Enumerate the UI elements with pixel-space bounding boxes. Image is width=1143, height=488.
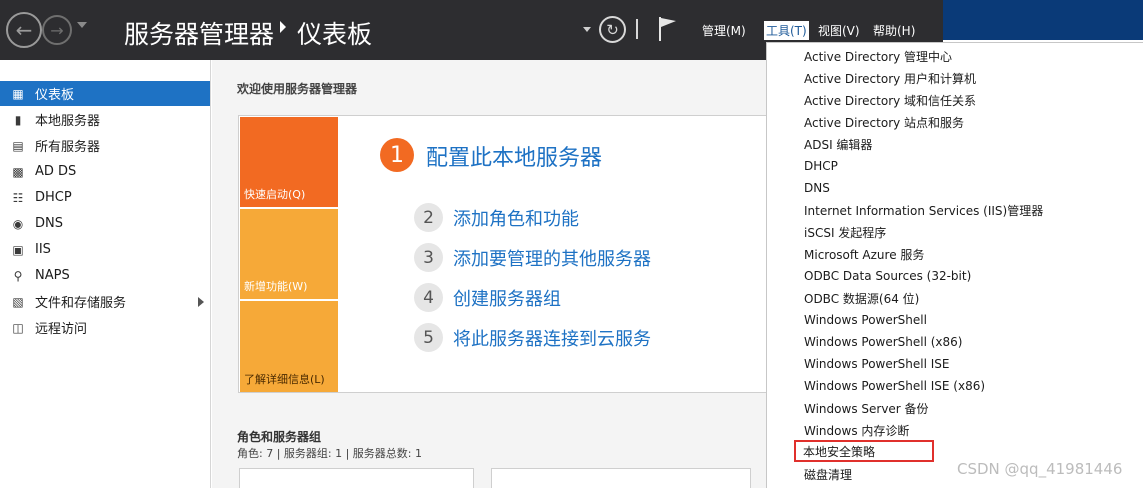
sidebar-item-ad-ds[interactable]: ▩ AD DS [0, 159, 210, 184]
storage-icon: ▧ [12, 294, 24, 309]
sidebar-item-label: 文件和存储服务 [35, 296, 127, 311]
page-title: 仪表板 [297, 20, 373, 49]
sidebar-item-label: IIS [35, 242, 51, 257]
menu-item-memory-diagnostic[interactable]: Windows 内存诊断 [767, 419, 1137, 441]
remote-icon: ◫ [12, 320, 24, 335]
watermark: CSDN @qq_41981446 [957, 460, 1123, 478]
step-link-connect-cloud[interactable]: 将此服务器连接到云服务 [453, 325, 651, 351]
step-link-create-group[interactable]: 创建服务器组 [453, 285, 561, 311]
sidebar-item-label: NAPS [35, 268, 70, 283]
roles-summary: 角色: 7 | 服务器组: 1 | 服务器总数: 1 [237, 447, 423, 460]
step-link-add-roles[interactable]: 添加角色和功能 [453, 205, 579, 231]
sidebar-item-dashboard[interactable]: ▦ 仪表板 [0, 81, 210, 106]
sidebar-item-dhcp[interactable]: ☷ DHCP [0, 185, 210, 210]
menu-item-iis-manager[interactable]: Internet Information Services (IIS)管理器 [767, 199, 1137, 221]
menu-view[interactable]: 视图(V) [818, 22, 860, 39]
menu-item-powershell[interactable]: Windows PowerShell [767, 309, 1137, 331]
arrow-right-icon: → [50, 20, 64, 40]
role-tile[interactable] [239, 468, 474, 488]
step-number-5: 5 [414, 323, 443, 352]
step-number-3: 3 [414, 243, 443, 272]
sidebar: ▦ 仪表板 ▮ 本地服务器 ▤ 所有服务器 ▩ AD DS ☷ DHCP ◉ D… [0, 60, 211, 488]
sidebar-item-label: 所有服务器 [35, 140, 101, 155]
menu-item-ad-domains-trusts[interactable]: Active Directory 域和信任关系 [767, 89, 1137, 111]
sidebar-item-label: AD DS [35, 164, 77, 179]
step-number-4: 4 [414, 283, 443, 312]
breadcrumb-separator-icon [280, 21, 286, 33]
desktop-background [943, 0, 1143, 40]
main-content: 欢迎使用服务器管理器 快速启动(Q) 新增功能(W) 了解详细信息(L) 1 配… [212, 60, 768, 488]
servers-icon: ▤ [12, 138, 24, 153]
key-icon: ⚲ [13, 268, 23, 283]
sidebar-item-naps[interactable]: ⚲ NAPS [0, 263, 210, 288]
tile-learn-more[interactable]: 了解详细信息(L) [240, 301, 338, 392]
directory-icon: ▩ [12, 164, 24, 179]
step-link-configure-local-server[interactable]: 配置此本地服务器 [426, 140, 602, 172]
sidebar-item-file-storage[interactable]: ▧ 文件和存储服务 [0, 289, 210, 314]
server-icon: ▮ [14, 112, 22, 127]
step-link-add-servers[interactable]: 添加要管理的其他服务器 [453, 245, 651, 271]
sidebar-item-remote-access[interactable]: ◫ 远程访问 [0, 315, 210, 340]
back-button[interactable]: ← [6, 12, 42, 48]
toolbar-divider [636, 19, 638, 39]
menu-item-server-backup[interactable]: Windows Server 备份 [767, 397, 1137, 419]
iis-icon: ▣ [12, 242, 24, 257]
sidebar-item-label: DHCP [35, 190, 72, 205]
sidebar-item-label: 仪表板 [35, 88, 75, 103]
menu-item-odbc-32[interactable]: ODBC Data Sources (32-bit) [767, 265, 1137, 287]
menu-item-powershell-x86[interactable]: Windows PowerShell (x86) [767, 331, 1137, 353]
welcome-card: 快速启动(Q) 新增功能(W) 了解详细信息(L) 1 配置此本地服务器 2 添… [238, 115, 768, 393]
history-dropdown-icon[interactable] [77, 22, 87, 28]
sidebar-item-label: DNS [35, 216, 63, 231]
dns-icon: ◉ [12, 216, 24, 231]
sidebar-item-label: 远程访问 [35, 322, 88, 337]
tools-dropdown-menu: Active Directory 管理中心 Active Directory 用… [766, 42, 1143, 488]
dashboard-icon: ▦ [12, 86, 24, 101]
arrow-left-icon: ← [15, 18, 33, 42]
network-icon: ☷ [12, 190, 24, 205]
sidebar-item-all-servers[interactable]: ▤ 所有服务器 [0, 133, 210, 158]
menu-item-dhcp[interactable]: DHCP [767, 155, 1137, 177]
step-number-2: 2 [414, 203, 443, 232]
menu-item-azure-services[interactable]: Microsoft Azure 服务 [767, 243, 1137, 265]
menu-help[interactable]: 帮助(H) [873, 22, 915, 39]
menu-item-dns[interactable]: DNS [767, 177, 1137, 199]
sidebar-item-local-server[interactable]: ▮ 本地服务器 [0, 107, 210, 132]
welcome-heading: 欢迎使用服务器管理器 [237, 82, 358, 96]
menu-tools[interactable]: 工具(T) [764, 21, 809, 40]
menu-item-ad-admin-center[interactable]: Active Directory 管理中心 [767, 45, 1137, 67]
menu-item-adsi-edit[interactable]: ADSI 编辑器 [767, 133, 1137, 155]
roles-heading: 角色和服务器组 [237, 430, 322, 444]
sidebar-item-iis[interactable]: ▣ IIS [0, 237, 210, 262]
menu-item-ad-sites-services[interactable]: Active Directory 站点和服务 [767, 111, 1137, 133]
tile-quick-start[interactable]: 快速启动(Q) [240, 117, 338, 207]
menu-item-powershell-ise[interactable]: Windows PowerShell ISE [767, 353, 1137, 375]
role-tile[interactable] [491, 468, 751, 488]
refresh-dropdown-icon[interactable] [583, 27, 591, 32]
refresh-button[interactable]: ↻ [599, 16, 626, 43]
menu-item-local-security-policy[interactable]: 本地安全策略 [794, 440, 934, 462]
menu-manage[interactable]: 管理(M) [702, 22, 746, 39]
notifications-flag-icon[interactable] [657, 16, 679, 42]
tile-whats-new[interactable]: 新增功能(W) [240, 209, 338, 299]
forward-button[interactable]: → [42, 15, 72, 45]
refresh-icon: ↻ [606, 20, 619, 39]
sidebar-item-dns[interactable]: ◉ DNS [0, 211, 210, 236]
menu-item-ad-users-computers[interactable]: Active Directory 用户和计算机 [767, 67, 1137, 89]
step-number-1: 1 [380, 138, 414, 172]
menu-item-odbc-64[interactable]: ODBC 数据源(64 位) [767, 287, 1137, 309]
app-title: 服务器管理器 [124, 20, 275, 49]
chevron-right-icon[interactable] [198, 297, 204, 307]
menu-item-iscsi-initiator[interactable]: iSCSI 发起程序 [767, 221, 1137, 243]
menu-item-powershell-ise-x86[interactable]: Windows PowerShell ISE (x86) [767, 375, 1137, 397]
sidebar-item-label: 本地服务器 [35, 114, 101, 129]
